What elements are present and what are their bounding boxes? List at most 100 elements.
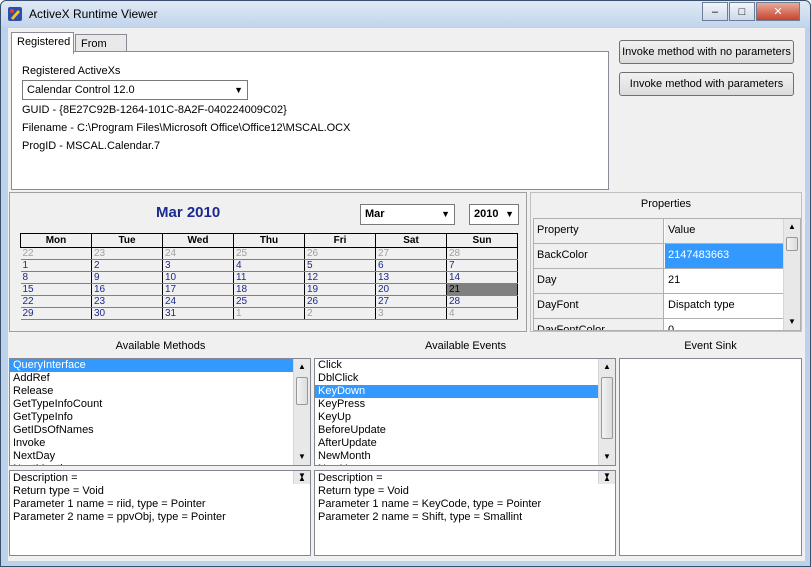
list-item[interactable]: QueryInterface	[10, 359, 310, 372]
property-row[interactable]: Day 21	[534, 269, 786, 294]
calendar-day[interactable]: 26	[304, 247, 376, 260]
list-item[interactable]: NewYear	[315, 463, 615, 465]
year-combobox[interactable]: 2010 ▼	[469, 204, 519, 225]
calendar-day[interactable]: 25	[233, 247, 305, 260]
calendar-day[interactable]: 6	[375, 259, 447, 272]
scroll-down-icon[interactable]: ▼	[294, 468, 310, 484]
calendar-day[interactable]: 1	[233, 307, 305, 320]
calendar-day[interactable]: 3	[162, 259, 234, 272]
calendar-day[interactable]: 10	[162, 271, 234, 284]
calendar-day[interactable]: 28	[446, 247, 518, 260]
list-item[interactable]: Release	[10, 385, 310, 398]
calendar-day[interactable]: 13	[375, 271, 447, 284]
calendar-day[interactable]: 8	[20, 271, 92, 284]
list-item[interactable]: NextDay	[10, 450, 310, 463]
method-description: Description = Return type = Void Parameter…	[9, 470, 311, 556]
list-item[interactable]: NextMonth	[10, 463, 310, 465]
minimize-button[interactable]: –	[702, 2, 728, 21]
scroll-up-icon[interactable]: ▲	[599, 359, 615, 375]
calendar-day[interactable]: 15	[20, 283, 92, 296]
property-row[interactable]: DayFont Dispatch type	[534, 294, 786, 319]
property-row[interactable]: DayFontColor 0	[534, 319, 786, 330]
scroll-down-icon[interactable]: ▼	[599, 468, 615, 484]
methods-scrollbar[interactable]: ▲ ▼	[293, 359, 310, 465]
calendar-day[interactable]: 19	[304, 283, 376, 296]
calendar-day[interactable]: 20	[375, 283, 447, 296]
property-value[interactable]: Dispatch type	[665, 294, 786, 318]
property-row[interactable]: BackColor 2147483663	[534, 244, 786, 269]
close-button[interactable]: ✕	[756, 2, 800, 21]
calendar-day[interactable]: 22	[20, 295, 92, 308]
scroll-down-icon[interactable]: ▼	[784, 314, 800, 330]
list-item[interactable]: DblClick	[315, 372, 615, 385]
calendar-day[interactable]: 12	[304, 271, 376, 284]
calendar-day[interactable]: 29	[20, 307, 92, 320]
tab-registered[interactable]: Registered	[11, 32, 74, 54]
calendar-day[interactable]: 17	[162, 283, 234, 296]
scroll-thumb[interactable]	[296, 377, 308, 405]
maximize-button[interactable]: □	[729, 2, 755, 21]
calendar-day[interactable]: 3	[375, 307, 447, 320]
event-description-scrollbar[interactable]: ▲ ▼	[598, 471, 615, 484]
calendar-day[interactable]: 7	[446, 259, 518, 272]
list-item[interactable]: GetIDsOfNames	[10, 424, 310, 437]
calendar-day[interactable]: 23	[91, 247, 163, 260]
method-description-scrollbar[interactable]: ▲ ▼	[293, 471, 310, 484]
properties-grid[interactable]: Property Value BackColor 2147483663 Day 21 D…	[533, 218, 801, 331]
calendar-day[interactable]: 18	[233, 283, 305, 296]
list-item[interactable]: KeyUp	[315, 411, 615, 424]
calendar-day[interactable]: 21	[446, 283, 518, 296]
scroll-down-icon[interactable]: ▼	[599, 449, 615, 465]
list-item[interactable]: NewMonth	[315, 450, 615, 463]
events-list[interactable]: Click DblClick KeyDown KeyPress KeyUp BeforeU…	[314, 358, 616, 466]
calendar-day[interactable]: 4	[233, 259, 305, 272]
invoke-no-params-button[interactable]: Invoke method with no parameters	[619, 40, 794, 64]
list-item[interactable]: KeyPress	[315, 398, 615, 411]
calendar-day[interactable]: 24	[162, 295, 234, 308]
list-item[interactable]: GetTypeInfo	[10, 411, 310, 424]
month-combobox[interactable]: Mar ▼	[360, 204, 455, 225]
list-item[interactable]: KeyDown	[315, 385, 615, 398]
calendar-day[interactable]: 28	[446, 295, 518, 308]
calendar-day[interactable]: 4	[446, 307, 518, 320]
calendar-day[interactable]: 16	[91, 283, 163, 296]
calendar-day[interactable]: 1	[20, 259, 92, 272]
calendar-control[interactable]: Mar 2010 Mar ▼ 2010 ▼ Mon Tue Wed Thu Fri Sat…	[9, 192, 527, 332]
calendar-day[interactable]: 24	[162, 247, 234, 260]
activex-combobox[interactable]: Calendar Control 12.0 ▼	[22, 80, 248, 100]
calendar-day[interactable]: 5	[304, 259, 376, 272]
property-value[interactable]: 2147483663	[665, 244, 786, 268]
calendar-day[interactable]: 2	[91, 259, 163, 272]
calendar-day[interactable]: 25	[233, 295, 305, 308]
calendar-day[interactable]: 14	[446, 271, 518, 284]
title-bar[interactable]: ActiveX Runtime Viewer – □ ✕	[1, 1, 810, 27]
scroll-thumb[interactable]	[786, 237, 798, 251]
scroll-up-icon[interactable]: ▲	[294, 359, 310, 375]
events-scrollbar[interactable]: ▲ ▼	[598, 359, 615, 465]
property-value[interactable]: 0	[665, 319, 786, 330]
event-sink-list[interactable]	[619, 358, 802, 556]
calendar-day[interactable]: 30	[91, 307, 163, 320]
property-value[interactable]: 21	[665, 269, 786, 293]
scroll-up-icon[interactable]: ▲	[784, 219, 800, 235]
calendar-day[interactable]: 27	[375, 295, 447, 308]
calendar-day[interactable]: 23	[91, 295, 163, 308]
calendar-day[interactable]: 11	[233, 271, 305, 284]
calendar-day[interactable]: 26	[304, 295, 376, 308]
calendar-day[interactable]: 2	[304, 307, 376, 320]
list-item[interactable]: BeforeUpdate	[315, 424, 615, 437]
calendar-day[interactable]: 9	[91, 271, 163, 284]
scroll-thumb[interactable]	[601, 377, 613, 439]
calendar-day[interactable]: 22	[20, 247, 92, 260]
invoke-params-button[interactable]: Invoke method with parameters	[619, 72, 794, 96]
list-item[interactable]: Invoke	[10, 437, 310, 450]
calendar-day[interactable]: 31	[162, 307, 234, 320]
properties-scrollbar[interactable]: ▲ ▼	[783, 219, 800, 330]
calendar-day[interactable]: 27	[375, 247, 447, 260]
list-item[interactable]: GetTypeInfoCount	[10, 398, 310, 411]
methods-list[interactable]: QueryInterface AddRef Release GetTypeInfoCo…	[9, 358, 311, 466]
list-item[interactable]: Click	[315, 359, 615, 372]
scroll-down-icon[interactable]: ▼	[294, 449, 310, 465]
list-item[interactable]: AfterUpdate	[315, 437, 615, 450]
list-item[interactable]: AddRef	[10, 372, 310, 385]
